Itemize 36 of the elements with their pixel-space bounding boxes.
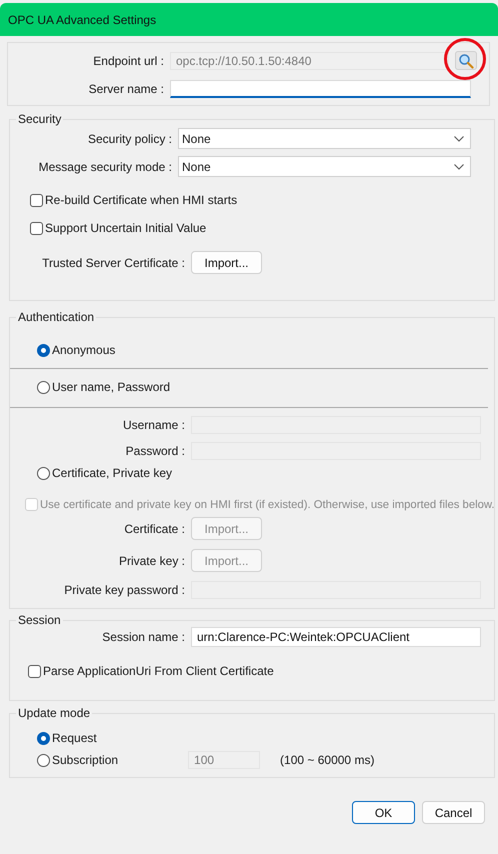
range-hint: (100 ~ 60000 ms) (280, 753, 374, 767)
chevron-down-icon (454, 136, 464, 142)
field-label: Message security mode : (38, 160, 172, 174)
dropdown[interactable]: None (178, 156, 471, 177)
field-label: Trusted Server Certificate : (41, 256, 185, 270)
group-title: Authentication (17, 310, 96, 324)
radio-button[interactable]: Anonymous (37, 343, 494, 357)
dropdown[interactable]: None (178, 128, 471, 149)
chevron-down-icon (454, 164, 464, 170)
field-label: Private key password : (63, 583, 185, 597)
radio-button[interactable]: Request (37, 731, 494, 745)
group-title: Security (17, 112, 62, 126)
cancel-button[interactable]: Cancel (422, 801, 485, 824)
field-label: Server name : (88, 82, 164, 96)
search-button[interactable] (455, 51, 477, 70)
radio-button[interactable]: Subscription (37, 753, 118, 767)
checkbox[interactable]: Re-build Certificate when HMI starts (30, 193, 494, 207)
group-title: Update mode (17, 706, 92, 720)
ok-button[interactable]: OK (352, 801, 415, 824)
group-title: Session (17, 613, 62, 627)
checkbox[interactable]: Support Uncertain Initial Value (30, 221, 494, 235)
window-title: OPC UA Advanced Settings (8, 12, 156, 26)
field-label: Password : (124, 444, 185, 458)
server-name-field[interactable] (170, 80, 471, 98)
field-label: Security policy : (86, 132, 172, 146)
radio-button[interactable]: User name, Password (37, 380, 494, 394)
field-label: Endpoint url : (92, 54, 164, 68)
checkbox[interactable]: Parse ApplicationUri From Client Certificate (28, 664, 494, 678)
field-label: Private key : (118, 554, 185, 568)
import-button[interactable]: Import... (191, 251, 262, 274)
radio-button[interactable]: Certificate, Private key (37, 466, 494, 480)
field-label: Session name : (101, 630, 185, 644)
search-icon (458, 52, 474, 68)
field-label: Certificate : (123, 522, 185, 536)
field-label: Username : (122, 418, 185, 432)
session-name-field[interactable]: urn:Clarence-PC:Weintek:OPCUAClient (191, 627, 481, 647)
